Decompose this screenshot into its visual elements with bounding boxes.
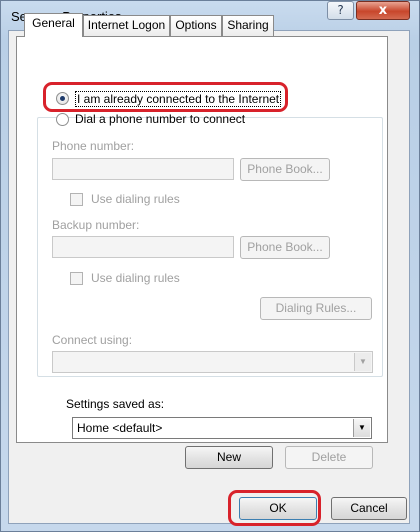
tab-sharing-label: Sharing <box>227 18 269 32</box>
close-button[interactable]: x <box>356 1 410 20</box>
annotation-highlight-ok <box>228 490 321 526</box>
dialing-rules-button[interactable]: Dialing Rules... <box>260 297 372 320</box>
cancel-button[interactable]: Cancel <box>331 497 407 520</box>
settings-saved-as-dropdown[interactable]: Home <default> ▼ <box>72 417 372 439</box>
cancel-button-label: Cancel <box>350 501 388 515</box>
backup-number-label: Backup number: <box>52 218 140 232</box>
tab-options-label: Options <box>175 18 217 32</box>
phone-number-label: Phone number: <box>52 139 135 153</box>
annotation-highlight-connected <box>43 82 288 112</box>
tab-sharing[interactable]: Sharing <box>222 15 274 36</box>
backup-number-input[interactable] <box>52 236 234 258</box>
dialing-rules-button-label: Dialing Rules... <box>275 301 357 315</box>
connect-using-label: Connect using: <box>52 333 133 347</box>
backup-use-dialing-rules-label: Use dialing rules <box>91 271 180 285</box>
help-button[interactable]: ? <box>327 1 354 20</box>
settings-saved-as-value: Home <default> <box>77 421 163 435</box>
new-button-label: New <box>216 450 241 464</box>
tab-internet-logon[interactable]: Internet Logon <box>83 15 170 36</box>
delete-button-label: Delete <box>311 450 347 464</box>
tab-general-label: General <box>32 16 75 30</box>
chevron-down-icon: ▼ <box>353 419 370 437</box>
tab-general[interactable]: General <box>24 13 83 37</box>
delete-button[interactable]: Delete <box>285 446 373 469</box>
tab-options[interactable]: Options <box>170 15 222 36</box>
chevron-down-icon: ▼ <box>354 353 371 371</box>
backup-use-dialing-rules-checkbox[interactable] <box>70 272 83 285</box>
settings-saved-as-label: Settings saved as: <box>66 397 165 411</box>
close-icon: x <box>378 3 388 18</box>
tab-internet-logon-label: Internet Logon <box>87 18 166 32</box>
phone-book-button-label: Phone Book... <box>247 162 323 176</box>
help-icon: ? <box>337 3 344 17</box>
use-dialing-rules-checkbox[interactable] <box>70 193 83 206</box>
backup-phone-book-button-label: Phone Book... <box>247 240 323 254</box>
backup-phone-book-button[interactable]: Phone Book... <box>240 236 330 259</box>
new-button[interactable]: New <box>185 446 273 469</box>
phone-number-input[interactable] <box>52 158 234 180</box>
dial-radio-label[interactable]: Dial a phone number to connect <box>75 112 245 126</box>
connect-using-dropdown[interactable]: ▼ <box>52 351 373 373</box>
dial-radio[interactable] <box>56 113 69 126</box>
use-dialing-rules-label: Use dialing rules <box>91 192 180 206</box>
phone-book-button[interactable]: Phone Book... <box>240 158 330 181</box>
